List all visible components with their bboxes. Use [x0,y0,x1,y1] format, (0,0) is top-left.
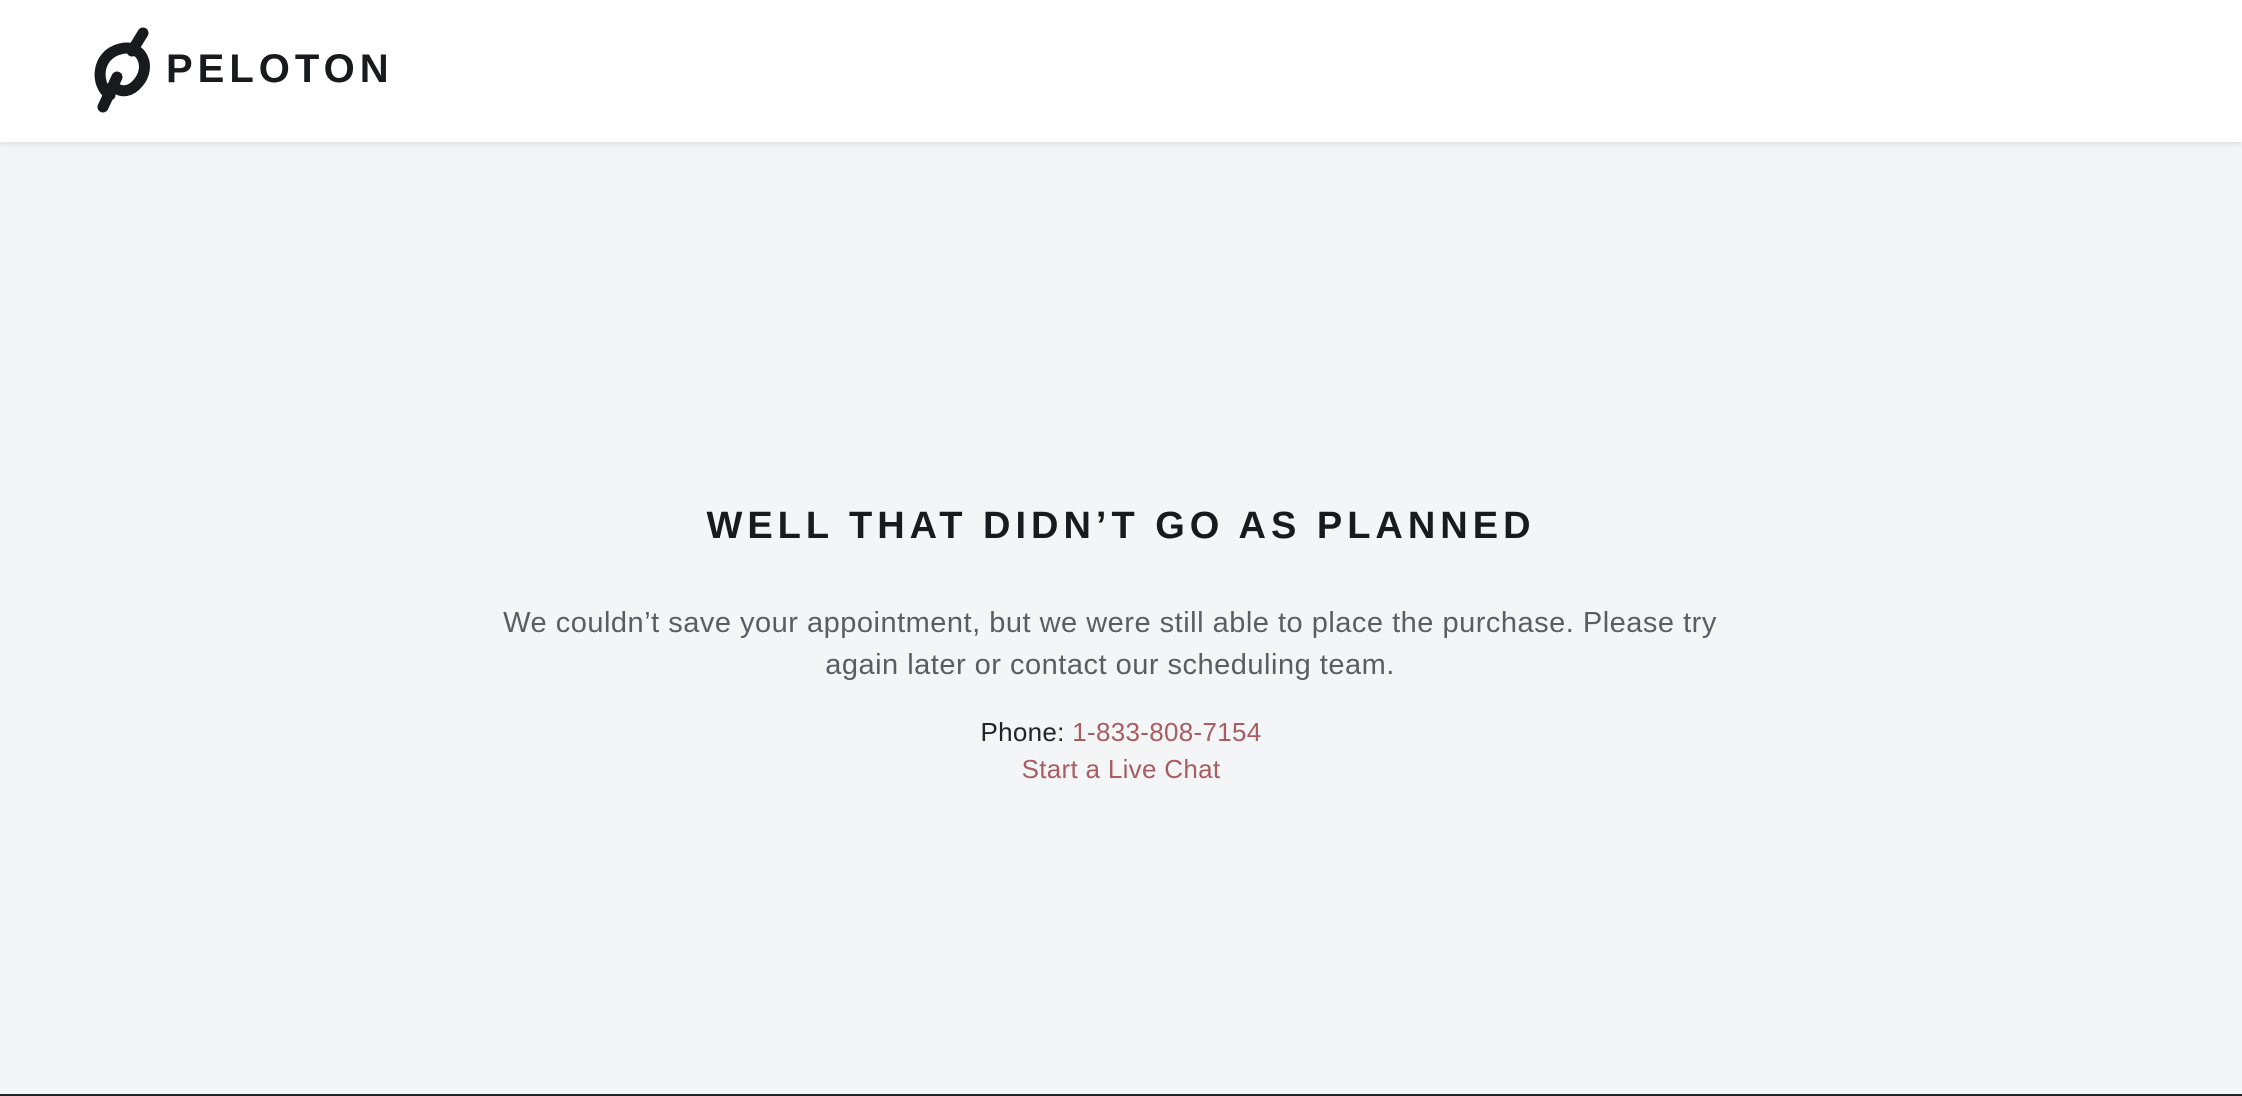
error-content: WELL THAT DIDN’T GO AS PLANNED We couldn… [0,142,2242,1094]
phone-label: Phone: [980,717,1065,747]
peloton-logo-link[interactable]: PELOTON [90,24,394,114]
site-header: PELOTON [0,0,2242,142]
contact-info: Phone: 1-833-808-7154 Start a Live Chat [0,714,2242,788]
brand-name: PELOTON [166,47,394,91]
phone-link[interactable]: 1-833-808-7154 [1072,717,1261,747]
error-page: PELOTON WELL THAT DIDN’T GO AS PLANNED W… [0,0,2242,1096]
live-chat-link[interactable]: Start a Live Chat [1022,754,1221,784]
peloton-logo-icon [94,27,150,113]
error-title: WELL THAT DIDN’T GO AS PLANNED [706,505,1536,547]
live-chat-row: Start a Live Chat [0,751,2242,788]
error-message: We couldn’t save your appointment, but w… [503,607,1717,681]
